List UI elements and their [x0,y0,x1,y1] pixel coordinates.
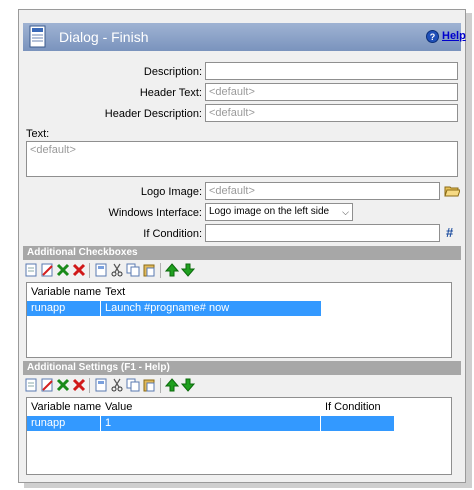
cell-value: 1 [105,417,112,429]
cut-icon[interactable] [110,378,124,392]
if-condition-label: If Condition: [143,228,202,240]
folder-open-icon[interactable] [444,184,460,198]
edit-icon[interactable] [40,263,54,277]
toolbar-separator [89,378,90,393]
logo-image-label: Logo Image: [140,186,202,198]
cut-icon[interactable] [110,263,124,277]
toolbar-separator [89,263,90,278]
windows-interface-select[interactable]: Logo image on the left side ⌵ [205,203,353,221]
header-text-label: Header Text: [139,87,202,99]
cell-variable-name: runapp [31,417,66,429]
paste-icon[interactable] [142,378,156,392]
variables-hash-button[interactable]: # [446,225,453,240]
new-icon[interactable] [24,378,38,392]
chevron-down-icon: ⌵ [342,207,349,217]
move-down-icon[interactable] [181,378,195,392]
edit-icon[interactable] [40,378,54,392]
header-description-field[interactable] [205,104,458,122]
header-text-field[interactable] [205,83,458,101]
cell-divider [100,416,101,431]
column-header-value[interactable]: Value [105,401,132,413]
dialog-panel: Dialog - Finish ? Help Description: Head… [18,9,466,483]
checkboxes-toolbar [23,262,461,280]
copy-icon[interactable] [126,263,140,277]
text-label: Text: [26,128,50,140]
header-description-label: Header Description: [104,108,202,120]
title-bar: Dialog - Finish ? Help [23,23,466,51]
new-icon[interactable] [24,263,38,277]
cell-divider [320,416,321,431]
column-header-variable-name[interactable]: Variable name [31,286,101,298]
settings-table[interactable]: Variable name Value If Condition runapp … [26,397,452,475]
document-icon[interactable] [94,263,108,277]
column-header-text[interactable]: Text [105,286,125,298]
delete-icon[interactable] [72,378,86,392]
delete-icon[interactable] [72,263,86,277]
column-header-if-condition[interactable]: If Condition [325,401,381,413]
table-row[interactable]: runapp 1 [27,416,394,431]
cell-variable-name: runapp [31,302,66,314]
toolbar-separator [160,263,161,278]
checkboxes-section-header: Additional Checkboxes [23,246,461,260]
add-icon[interactable] [56,263,70,277]
copy-icon[interactable] [126,378,140,392]
help-link[interactable]: Help [442,30,466,42]
description-label: Description: [143,66,202,78]
move-down-icon[interactable] [181,263,195,277]
svg-text:?: ? [430,32,436,42]
add-icon[interactable] [56,378,70,392]
table-row[interactable]: runapp Launch #progname# now [27,301,321,316]
logo-image-field[interactable] [205,182,440,200]
move-up-icon[interactable] [165,378,179,392]
column-header-variable-name[interactable]: Variable name [31,401,101,413]
document-icon[interactable] [94,378,108,392]
cell-divider [100,301,101,316]
text-area[interactable] [26,141,458,177]
windows-interface-label: Windows Interface: [108,207,202,219]
dialog-page-icon [29,25,46,48]
checkboxes-table[interactable]: Variable name Text runapp Launch #progna… [26,282,452,358]
paste-icon[interactable] [142,263,156,277]
dialog-title: Dialog - Finish [59,29,149,45]
move-up-icon[interactable] [165,263,179,277]
settings-section-header: Additional Settings (F1 - Help) [23,361,461,375]
windows-interface-value: Logo image on the left side [209,206,330,217]
cell-text: Launch #progname# now [105,302,230,314]
if-condition-field[interactable] [205,224,440,242]
help-icon[interactable]: ? [426,30,439,43]
toolbar-separator [160,378,161,393]
settings-toolbar [23,377,461,395]
description-field[interactable] [205,62,458,80]
